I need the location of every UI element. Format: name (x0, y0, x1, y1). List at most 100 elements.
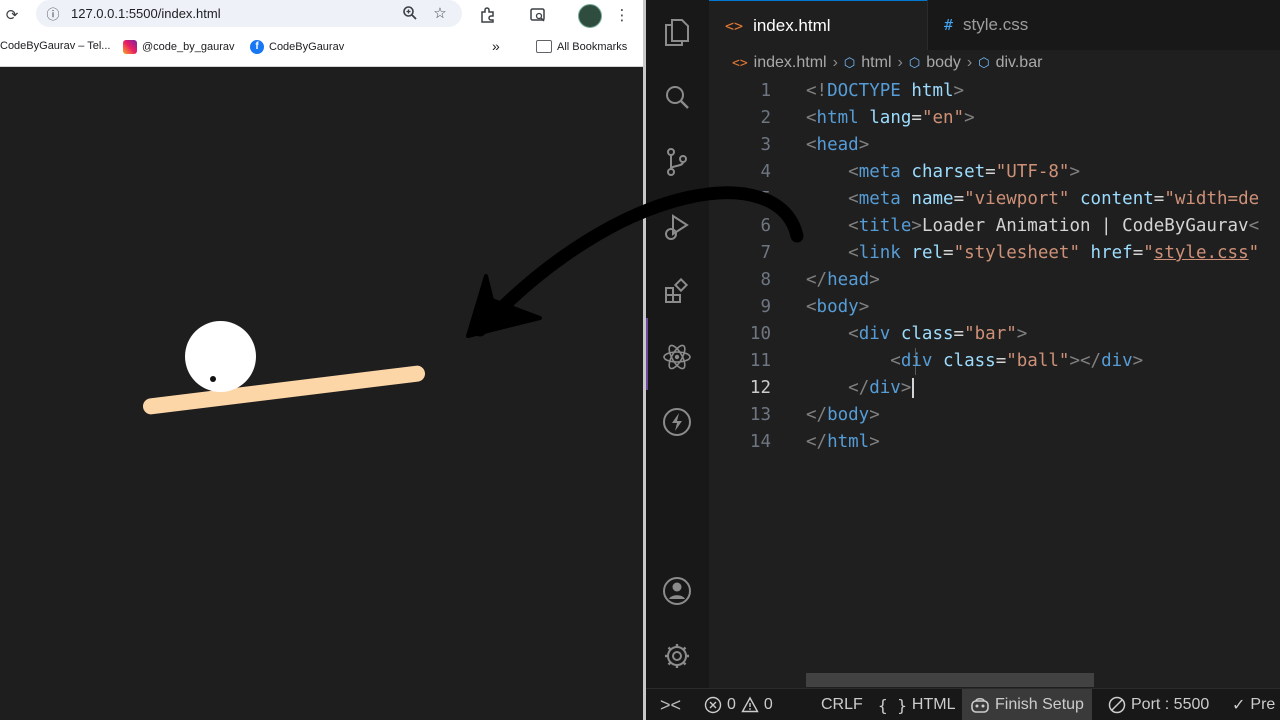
live-server-port[interactable]: Port : 5500 (1108, 689, 1209, 720)
port-label: Port : 5500 (1131, 696, 1210, 713)
reload-icon[interactable]: ⟳ (0, 3, 24, 27)
code-line[interactable]: </head> (806, 267, 880, 294)
explorer-icon[interactable] (662, 17, 692, 47)
react-icon[interactable] (662, 342, 692, 372)
eol-selector[interactable]: CRLF (821, 689, 863, 720)
breadcrumb-item[interactable]: div.bar (996, 54, 1043, 72)
line-number: 6 (760, 216, 771, 236)
url-text[interactable]: 127.0.0.1:5500/index.html (71, 6, 221, 21)
prettier-status[interactable]: ✓ Pre (1232, 689, 1275, 720)
address-bar[interactable]: ⓘ 127.0.0.1:5500/index.html ☆ (36, 0, 462, 27)
finish-setup-button[interactable]: Finish Setup (962, 689, 1092, 720)
code-line[interactable]: </html> (806, 429, 880, 456)
bookmark-item[interactable]: f CodeByGaurav (250, 40, 344, 54)
line-number: 5 (760, 189, 771, 209)
eol-label: CRLF (821, 696, 863, 713)
ball-dot (210, 376, 216, 382)
search-icon[interactable] (662, 82, 692, 112)
extensions-icon[interactable] (476, 3, 500, 27)
element-icon: ⬡ (978, 55, 990, 71)
css-file-icon: # (944, 16, 954, 34)
html-file-icon: <> (732, 55, 748, 71)
code-line[interactable]: <!DOCTYPE html> (806, 78, 964, 105)
text-cursor (912, 378, 915, 398)
tab-index-html[interactable]: <> index.html (709, 0, 927, 50)
code-line[interactable]: <div class="ball"></div> (806, 348, 1143, 375)
code-line[interactable]: <head> (806, 132, 869, 159)
browser-window: ⟳ ⓘ 127.0.0.1:5500/index.html ☆ ⋮ CodeBy… (0, 0, 643, 720)
code-line[interactable]: <body> (806, 294, 869, 321)
finish-setup-label: Finish Setup (995, 696, 1084, 713)
breadcrumb-item[interactable]: html (861, 54, 891, 72)
bookmark-label: CodeByGaurav – Tel... (0, 40, 111, 52)
extensions-icon[interactable] (662, 277, 692, 307)
line-number: 7 (760, 243, 771, 263)
active-indicator (646, 318, 648, 390)
language-label: HTML (911, 696, 956, 713)
breadcrumb: <> index.html › ⬡ html › ⬡ body › ⬡ div.… (732, 51, 1042, 75)
profile-avatar[interactable] (578, 4, 602, 28)
code-line[interactable]: </body> (806, 402, 880, 429)
tab-style-css[interactable]: # style.css (927, 0, 1127, 50)
lightning-icon[interactable] (662, 407, 692, 437)
bookmark-item[interactable]: @code_by_gaurav (123, 40, 235, 54)
code-line[interactable]: <link rel="stylesheet" href="style.css" (806, 240, 1259, 267)
tab-search-icon[interactable] (526, 3, 550, 27)
element-icon: ⬡ (843, 55, 856, 71)
code-editor[interactable]: 1 2 3 4 5 6 7 8 9 10 11 12 13 14 <!DOCTY… (709, 78, 1280, 678)
instagram-icon (123, 40, 137, 54)
line-number: 3 (760, 135, 771, 155)
bookmark-star-icon[interactable]: ☆ (428, 1, 452, 25)
bookmarks-overflow-button[interactable]: » (492, 38, 500, 54)
tab-label: style.css (963, 15, 1029, 34)
html-file-icon: <> (725, 16, 744, 35)
line-number: 2 (760, 108, 771, 128)
line-number-current: 12 (749, 378, 771, 398)
site-info-icon[interactable]: ⓘ (44, 4, 62, 23)
error-icon (704, 696, 722, 714)
code-line[interactable]: <div class="bar"> (806, 321, 1027, 348)
facebook-icon: f (250, 40, 264, 54)
code-line-current[interactable]: </div> (806, 375, 915, 402)
line-number: 4 (760, 162, 771, 182)
run-debug-icon[interactable] (662, 212, 692, 242)
zoom-icon[interactable] (398, 1, 422, 25)
language-selector[interactable]: { } HTML (878, 689, 955, 720)
chevron-right-icon: › (897, 54, 903, 71)
line-number: 11 (749, 351, 771, 371)
warning-icon (741, 696, 759, 713)
code-line[interactable]: <meta charset="UTF-8"> (806, 159, 1080, 186)
bookmark-label: @code_by_gaurav (142, 41, 235, 53)
chevron-right-icon: › (832, 54, 838, 71)
status-bar: >< 0 0 CRLF { } HTML Finish Setup Port :… (646, 688, 1280, 720)
all-bookmarks-button[interactable]: All Bookmarks (536, 40, 627, 53)
browser-toolbar: ⟳ ⓘ 127.0.0.1:5500/index.html ☆ ⋮ (0, 0, 643, 30)
page-viewport (0, 67, 643, 720)
prettier-label: Pre (1250, 696, 1276, 713)
code-line[interactable]: <meta name="viewport" content="width=de (806, 186, 1259, 213)
menu-kebab-icon[interactable]: ⋮ (610, 3, 634, 27)
activity-bar (646, 0, 709, 688)
breadcrumb-item[interactable]: index.html (754, 54, 827, 72)
copilot-icon (971, 697, 989, 713)
bookmark-item[interactable]: CodeByGaurav – Tel... (0, 40, 110, 52)
check-double-icon: ✓ (1232, 697, 1246, 714)
account-icon[interactable] (662, 576, 692, 606)
warning-count: 0 (763, 696, 773, 713)
code-line[interactable]: <html lang="en"> (806, 105, 975, 132)
breadcrumb-item[interactable]: body (926, 54, 961, 72)
all-bookmarks-label: All Bookmarks (557, 40, 628, 53)
braces-icon: { } (878, 695, 907, 715)
line-number: 9 (760, 297, 771, 317)
problems-indicator[interactable]: 0 0 (704, 689, 773, 720)
settings-gear-icon[interactable] (662, 641, 692, 671)
element-icon: ⬡ (908, 55, 921, 71)
overflow-label: » (492, 38, 500, 54)
source-control-icon[interactable] (662, 147, 692, 177)
loader-ball (185, 321, 256, 392)
remote-icon[interactable]: >< (660, 689, 681, 720)
line-number: 13 (749, 405, 771, 425)
horizontal-scrollbar[interactable] (806, 673, 1094, 687)
line-number: 8 (760, 270, 771, 290)
code-line[interactable]: <title>Loader Animation | CodeByGaurav< (806, 213, 1259, 240)
